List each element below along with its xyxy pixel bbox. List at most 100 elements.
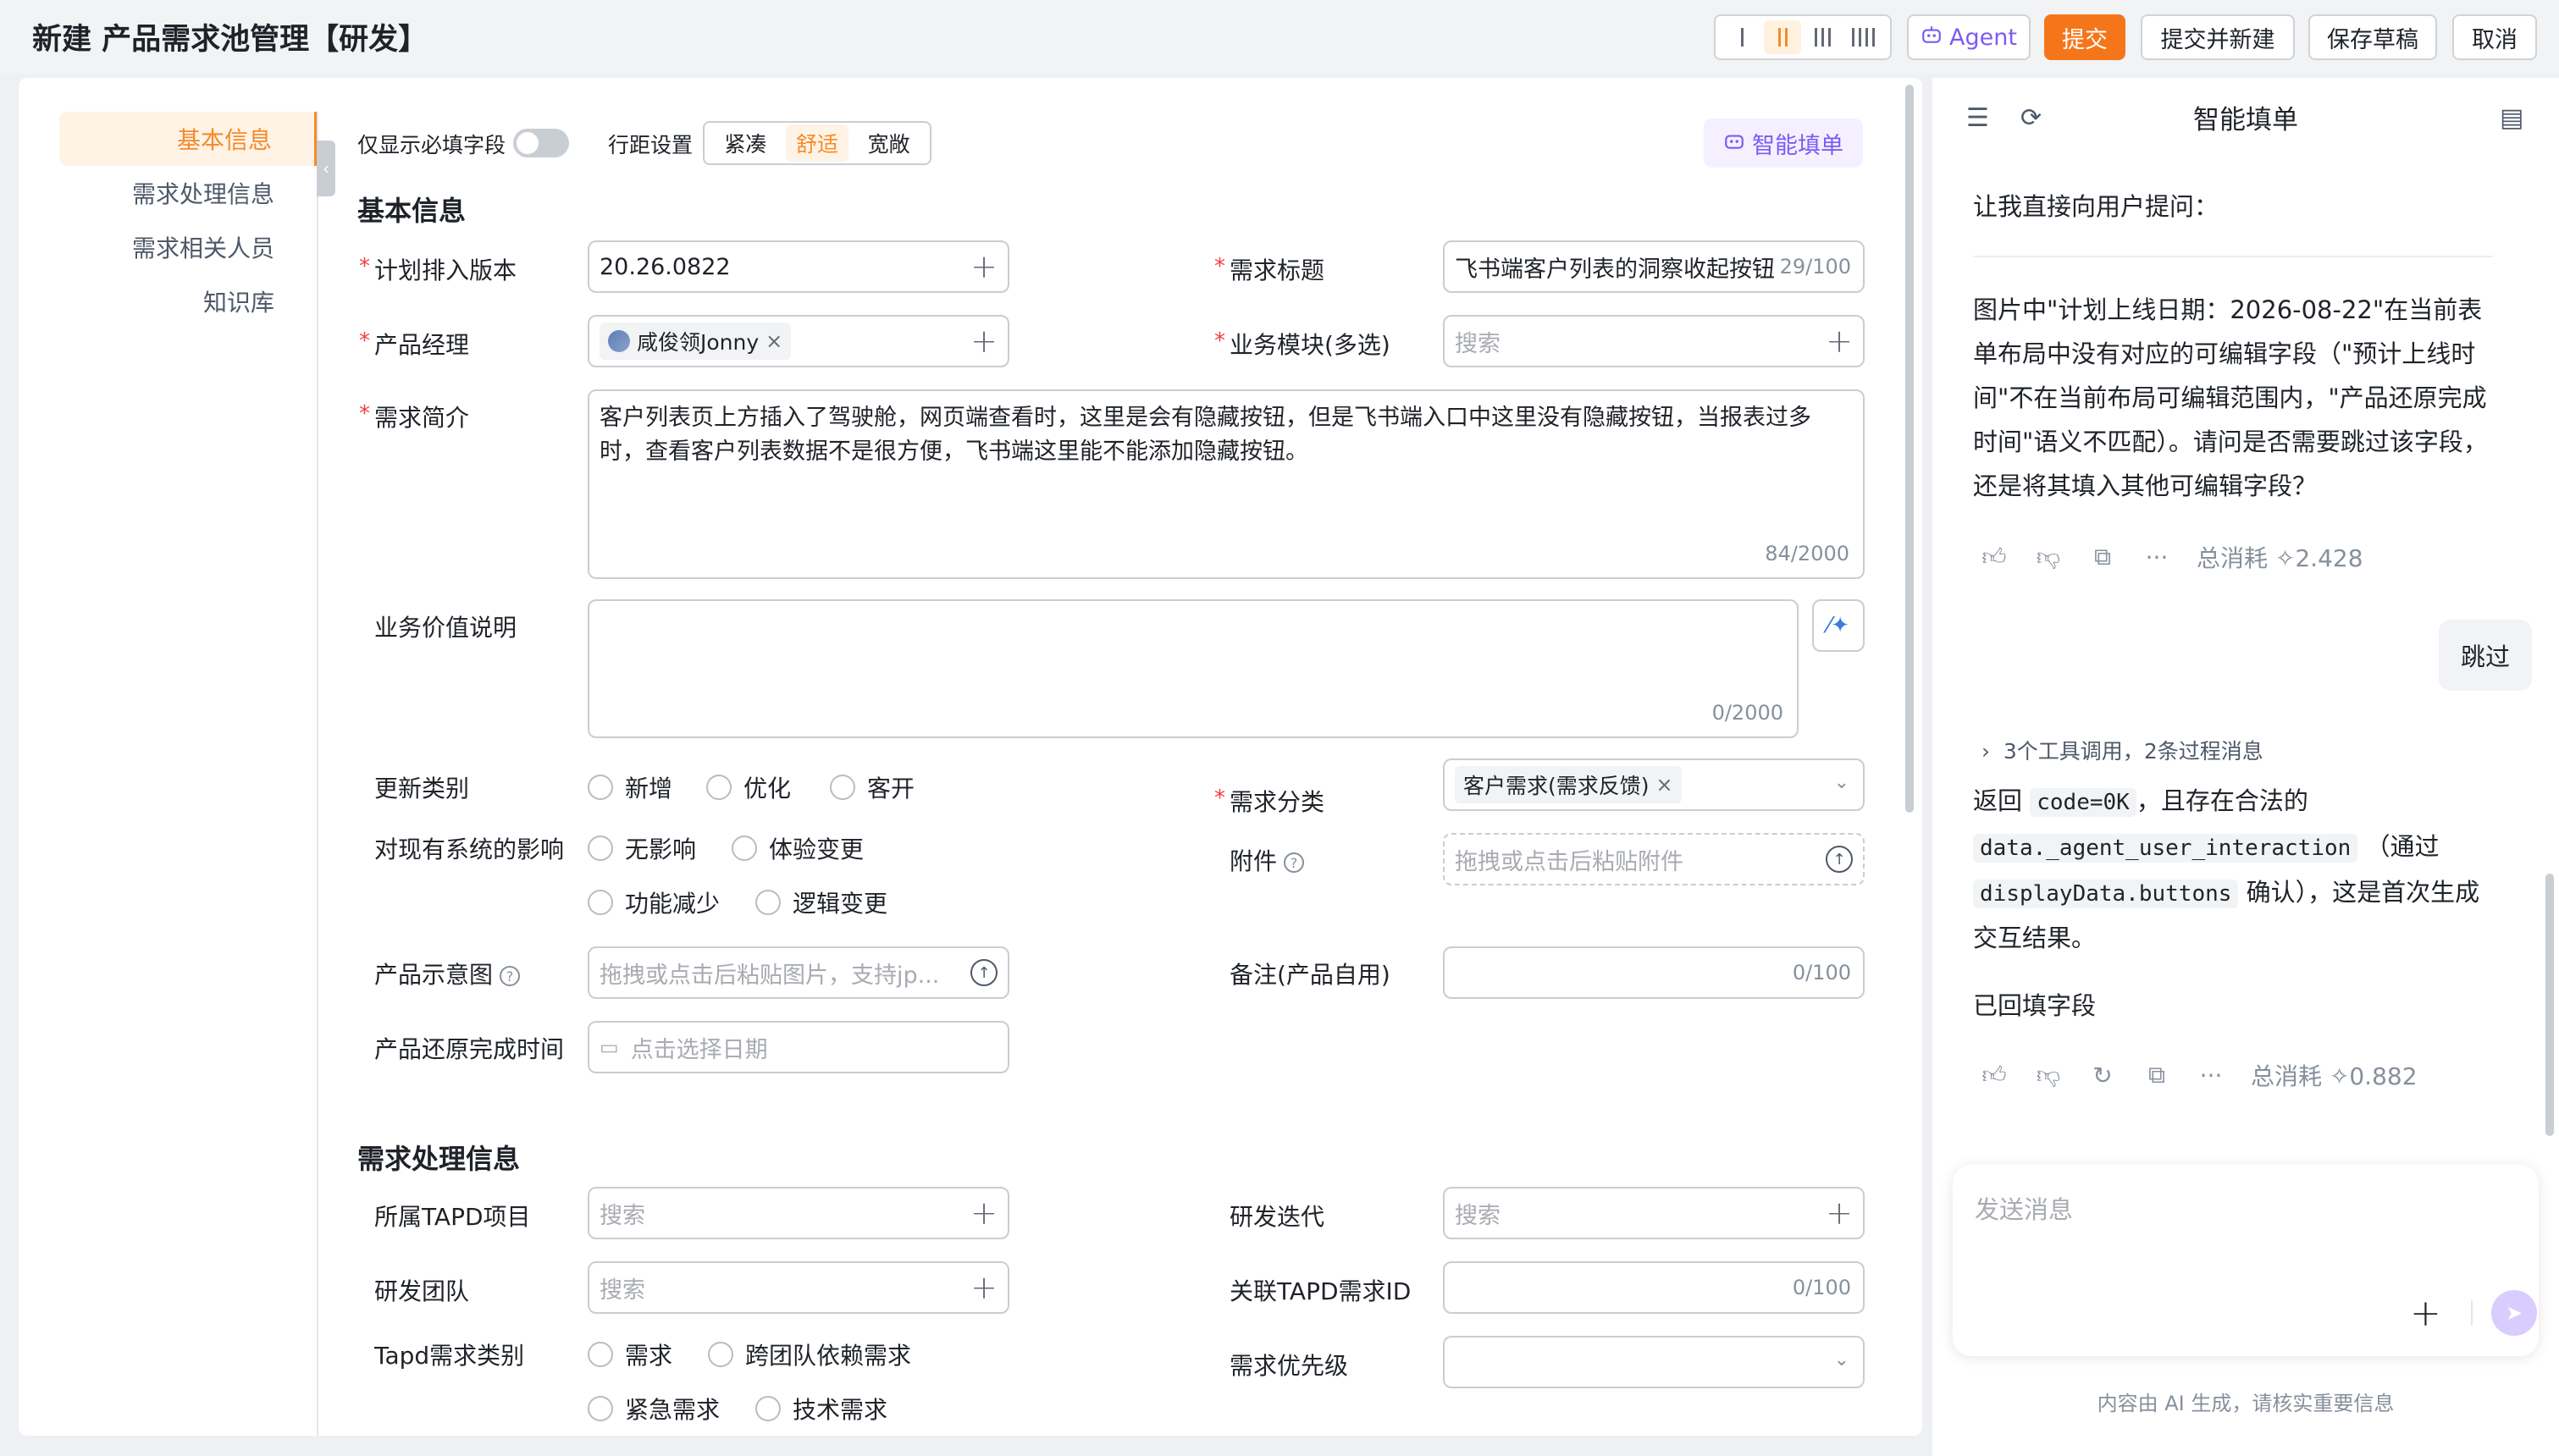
- submit-and-new-button[interactable]: 提交并新建: [2141, 14, 2295, 60]
- nav-item-knowledge-base[interactable]: 知识库: [59, 274, 317, 328]
- nav-item-related-people[interactable]: 需求相关人员: [59, 220, 317, 274]
- tapd-id-input[interactable]: 0/100: [1443, 1261, 1865, 1314]
- tapd-type-tech-radio[interactable]: 技术需求: [755, 1392, 887, 1426]
- chat-scrollbar[interactable]: [2545, 874, 2554, 1136]
- density-loose-option[interactable]: 宽敞: [858, 124, 920, 162]
- thumbs-down-icon[interactable]: 👎︎: [2034, 1061, 2063, 1089]
- tapd-type-urgent-radio[interactable]: 紧急需求: [588, 1392, 720, 1426]
- thumbs-down-icon[interactable]: 👎︎: [2034, 543, 2063, 571]
- plus-icon[interactable]: +: [970, 251, 998, 283]
- pm-field[interactable]: 咸俊领Jonny × +: [588, 315, 1009, 367]
- tapd-id-label: 关联TAPD需求ID: [1230, 1277, 1412, 1305]
- update-type-new-radio[interactable]: 新增: [588, 770, 672, 804]
- copy-icon[interactable]: ⧉: [2088, 543, 2117, 571]
- close-icon[interactable]: ×: [765, 329, 782, 353]
- submit-button[interactable]: 提交: [2044, 14, 2125, 60]
- impact-experience-radio[interactable]: 体验变更: [732, 831, 864, 865]
- nav-item-basic-info[interactable]: 基本信息: [59, 112, 317, 166]
- chevron-left-icon: ‹: [323, 158, 329, 179]
- copy-icon[interactable]: ⧉: [2142, 1061, 2171, 1089]
- remark-input[interactable]: 0/100: [1443, 946, 1865, 999]
- more-icon[interactable]: ···: [2142, 543, 2171, 571]
- layout-3-column-option[interactable]: [1805, 20, 1842, 54]
- iteration-field[interactable]: 搜索 +: [1443, 1187, 1865, 1239]
- intro-textarea[interactable]: 客户列表页上方插入了驾驶舱，网页端查看时，这里是会有隐藏按钮，但是飞书端入口中这…: [588, 389, 1865, 579]
- thumbs-up-icon[interactable]: 👍︎: [1980, 543, 2009, 571]
- attachment-upload[interactable]: 拖拽或点击后粘贴附件 ↑: [1443, 833, 1865, 885]
- priority-select[interactable]: ⌄: [1443, 1336, 1865, 1388]
- plus-icon[interactable]: +: [970, 1197, 998, 1229]
- chevron-down-icon: ⌄: [1833, 772, 1849, 793]
- density-comfortable-option[interactable]: 舒适: [785, 124, 848, 162]
- layout-4-column-option[interactable]: [1844, 20, 1882, 54]
- mockup-placeholder: 拖拽或点击后粘贴图片，支持jp...: [600, 962, 940, 989]
- refresh-icon[interactable]: ↻: [2088, 1062, 2117, 1089]
- module-label: * 业务模块(多选): [1214, 328, 1390, 359]
- req-title-input[interactable]: 飞书端客户列表的洞察收起按钮 29/100: [1443, 240, 1865, 293]
- attachment-label: 附件?: [1230, 843, 1305, 877]
- intro-count: 84/2000: [1765, 542, 1849, 565]
- nav-item-processing-info[interactable]: 需求处理信息: [59, 166, 317, 220]
- plus-icon[interactable]: +: [970, 325, 998, 357]
- category-select[interactable]: 客户需求(需求反馈) × ⌄: [1443, 758, 1865, 811]
- save-draft-button[interactable]: 保存草稿: [2308, 14, 2437, 60]
- form-scrollbar[interactable]: [1905, 85, 1914, 813]
- value-desc-textarea[interactable]: 0/2000: [588, 599, 1799, 738]
- header-bar: 新建 产品需求池管理【研发】 Agent 提交 提交并新建 保存草稿 取消: [0, 0, 2559, 74]
- plus-icon[interactable]: +: [970, 1271, 998, 1304]
- restore-time-picker[interactable]: ▭ 点击选择日期: [588, 1021, 1009, 1073]
- value-desc-label: 业务价值说明: [374, 614, 517, 642]
- robot-icon: [1921, 24, 1943, 52]
- module-field[interactable]: 搜索 +: [1443, 315, 1865, 367]
- category-label: * 需求分类: [1214, 786, 1325, 816]
- assistant-message: 已回填字段: [1973, 991, 2097, 1020]
- impact-none-radio[interactable]: 无影响: [588, 831, 696, 865]
- layout-1-column-option[interactable]: [1724, 20, 1761, 54]
- close-icon[interactable]: ×: [1656, 773, 1673, 797]
- message-actions: 👍︎ 👎︎ ⧉ ··· 总消耗 ✧2.428: [1980, 540, 2363, 574]
- priority-label: 需求优先级: [1230, 1352, 1349, 1380]
- send-icon[interactable]: ➤: [2491, 1290, 2537, 1336]
- more-icon[interactable]: ···: [2197, 1062, 2225, 1089]
- tapd-project-field[interactable]: 搜索 +: [588, 1187, 1009, 1239]
- plus-icon[interactable]: +: [1826, 325, 1853, 357]
- chat-input-placeholder: 发送消息: [1975, 1195, 2074, 1224]
- cancel-button[interactable]: 取消: [2452, 14, 2537, 60]
- upload-icon[interactable]: ↑: [1826, 846, 1853, 873]
- tapd-type-cross-team-radio[interactable]: 跨团队依赖需求: [708, 1337, 911, 1371]
- token-cost: 总消耗 ✧0.882: [2251, 1062, 2418, 1090]
- thumbs-up-icon[interactable]: 👍︎: [1980, 1061, 2009, 1089]
- mockup-upload[interactable]: 拖拽或点击后粘贴图片，支持jp... ↑: [588, 946, 1009, 999]
- agent-button-label: Agent: [1949, 24, 2017, 51]
- chat-panel: ☰ ⟳ 智能填单 ▤ 让我直接向用户提问： 图片中"计划上线日期：2026-08…: [1932, 78, 2559, 1456]
- tapd-type-req-radio[interactable]: 需求: [588, 1337, 672, 1371]
- required-only-toggle[interactable]: [513, 129, 569, 157]
- message-divider: [1973, 256, 2493, 257]
- magic-wand-button[interactable]: ⁄✦: [1812, 599, 1865, 652]
- assistant-message: 图片中"计划上线日期：2026-08-22"在当前表单布局中没有对应的可编辑字段…: [1973, 295, 2488, 500]
- token-cost: 总消耗 ✧2.428: [2197, 544, 2363, 572]
- assistant-message: 返回 code=0K ，且存在合法的 data._agent_user_inter…: [1973, 786, 2480, 952]
- agent-button[interactable]: Agent: [1907, 14, 2031, 60]
- smart-fill-button[interactable]: 智能填单: [1704, 119, 1863, 168]
- plus-icon[interactable]: +: [1826, 1197, 1853, 1229]
- req-title-value: 飞书端客户列表的洞察收起按钮: [1455, 256, 1775, 283]
- collapse-nav-button[interactable]: ‹: [317, 141, 335, 196]
- plus-icon[interactable]: +: [2410, 1292, 2441, 1335]
- impact-logic-radio[interactable]: 逻辑变更: [755, 885, 887, 919]
- density-compact-option[interactable]: 紧凑: [714, 124, 777, 162]
- plan-version-field[interactable]: 20.26.0822 +: [588, 240, 1009, 293]
- team-field[interactable]: 搜索 +: [588, 1261, 1009, 1314]
- update-type-optimize-radio[interactable]: 优化: [706, 770, 791, 804]
- upload-icon[interactable]: ↑: [970, 959, 998, 986]
- impact-reduce-radio[interactable]: 功能减少: [588, 885, 720, 919]
- section-title-basic-info: 基本信息: [357, 195, 467, 227]
- attachment-placeholder: 拖拽或点击后粘贴附件: [1455, 848, 1683, 875]
- history-icon[interactable]: ▤: [2500, 103, 2523, 133]
- update-type-custom-radio[interactable]: 客开: [830, 770, 915, 804]
- tool-calls-toggle[interactable]: › 3个工具调用，2条过程消息: [1981, 735, 2263, 765]
- chat-header: ☰ ⟳ 智能填单 ▤: [1932, 78, 2559, 159]
- tapd-project-placeholder: 搜索: [600, 1202, 645, 1229]
- chat-input[interactable]: 发送消息 + ➤: [1953, 1165, 2539, 1356]
- layout-2-column-option[interactable]: [1764, 20, 1802, 54]
